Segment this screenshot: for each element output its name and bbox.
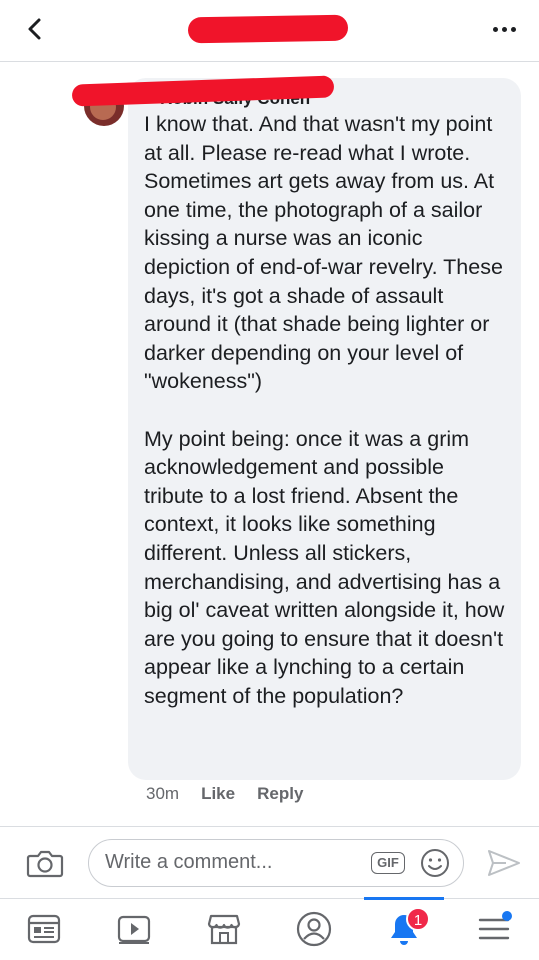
smiley-icon: [421, 849, 449, 877]
tab-watch[interactable]: [110, 907, 158, 951]
camera-icon: [26, 850, 64, 878]
emoji-button[interactable]: [419, 847, 451, 879]
active-tab-indicator: [364, 897, 444, 900]
bottom-navigation: 1: [0, 897, 539, 960]
reply-button[interactable]: Reply: [257, 784, 303, 804]
news-feed-icon: [27, 914, 61, 944]
send-icon: [488, 850, 520, 876]
comment-text: I know that. And that wasn't my point at…: [144, 112, 505, 708]
camera-button[interactable]: [26, 847, 64, 879]
comment-input[interactable]: [105, 840, 355, 884]
tab-marketplace[interactable]: [200, 907, 248, 951]
watch-icon: [117, 915, 151, 944]
marketplace-icon: [207, 914, 241, 945]
send-button[interactable]: [486, 847, 522, 879]
tab-news-feed[interactable]: [20, 907, 68, 951]
tab-menu[interactable]: [470, 907, 518, 951]
gif-button[interactable]: GIF: [371, 852, 405, 874]
profile-icon: [296, 911, 332, 947]
comment-composer: GIF: [0, 826, 539, 898]
comment-timestamp[interactable]: 30m: [146, 784, 179, 804]
notification-badge: 1: [406, 907, 430, 931]
menu-indicator-dot: [502, 911, 512, 921]
tab-notifications[interactable]: 1: [380, 907, 430, 951]
comment-actions: 30m Like Reply: [146, 784, 303, 804]
redaction-mark: [187, 14, 349, 44]
comment-input-wrapper[interactable]: GIF: [88, 839, 464, 887]
comment-bubble: Robin Sally Cohen I know that. And that …: [128, 78, 521, 780]
more-dots-icon: [492, 26, 498, 32]
tab-profile[interactable]: [290, 907, 338, 951]
top-bar: Rachael's Post: [0, 0, 539, 62]
more-options-button[interactable]: [487, 14, 521, 44]
like-button[interactable]: Like: [201, 784, 235, 804]
